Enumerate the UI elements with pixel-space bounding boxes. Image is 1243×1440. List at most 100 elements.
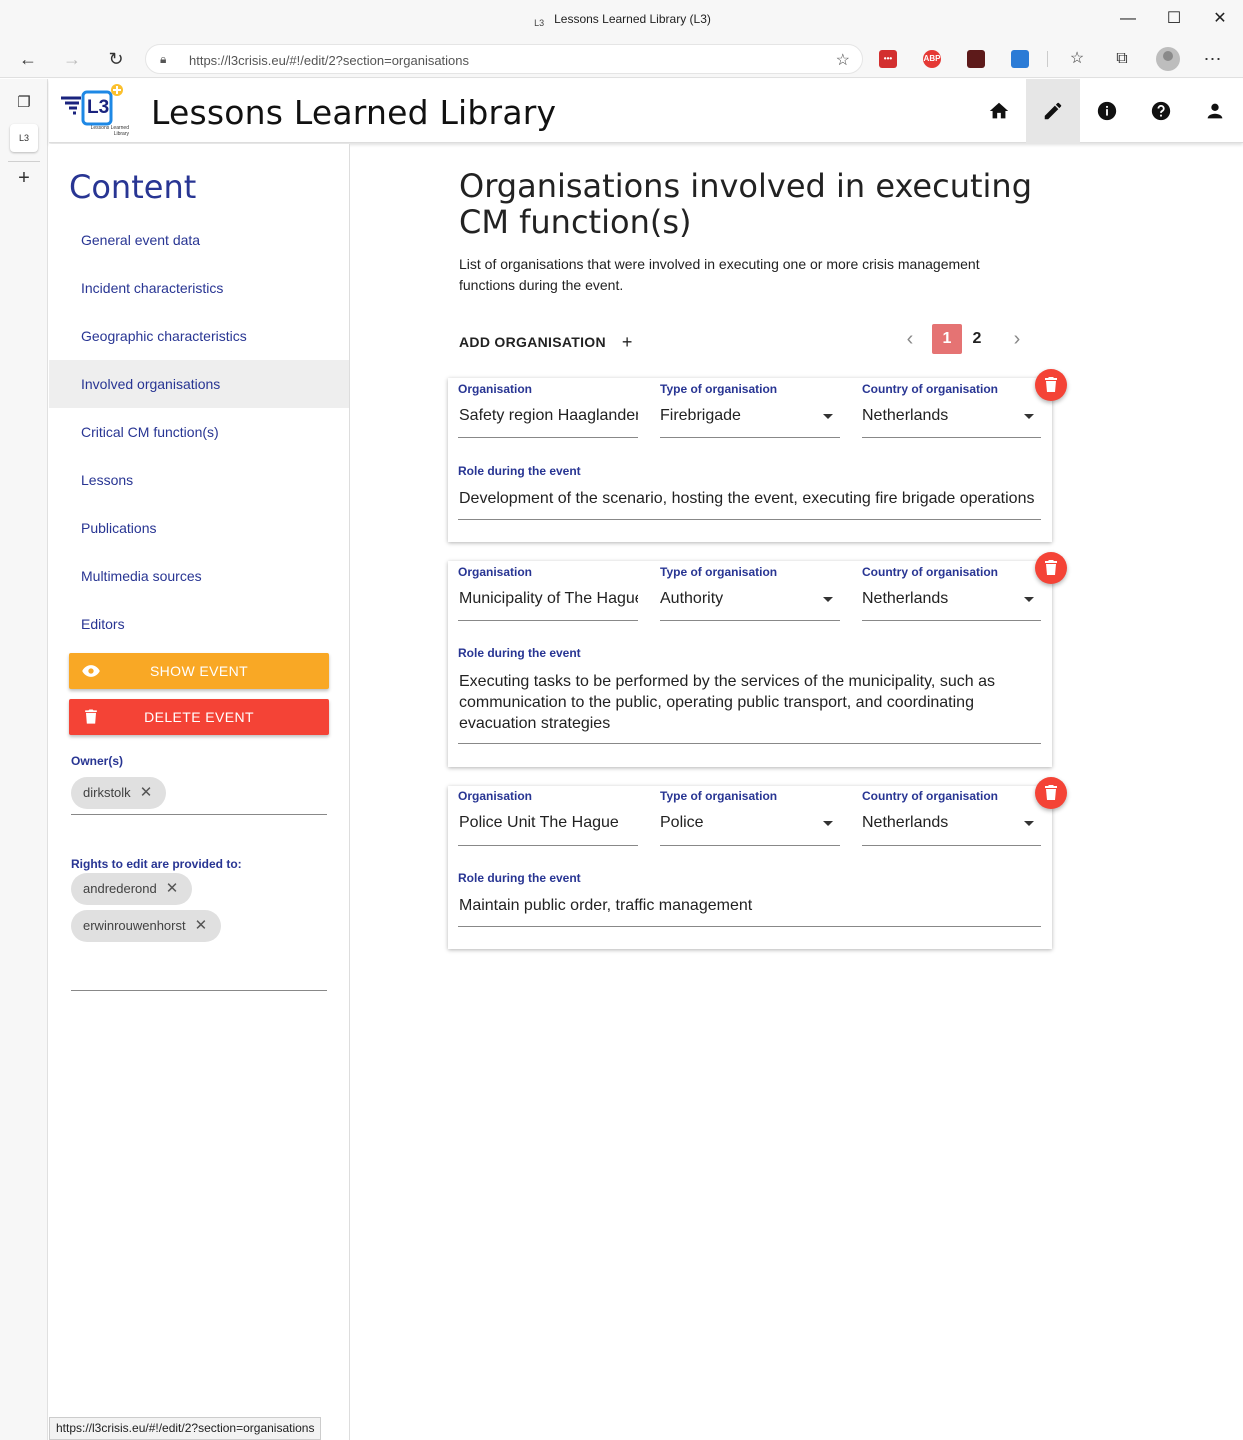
- sidebar-item-critical-cm-functions[interactable]: Critical CM function(s): [49, 408, 349, 456]
- chevron-down-icon[interactable]: [823, 414, 833, 419]
- type-select[interactable]: Authority: [660, 590, 810, 608]
- editor-chip-label: andrederond: [83, 881, 157, 896]
- pencil-icon: [1044, 102, 1062, 120]
- collections-icon[interactable]: ⧉: [1111, 48, 1133, 70]
- next-page-button[interactable]: ›: [1002, 324, 1032, 354]
- country-select[interactable]: Netherlands: [862, 590, 1012, 608]
- delete-event-button[interactable]: DELETE EVENT: [69, 699, 329, 735]
- organisation-label: Organisation: [458, 382, 533, 396]
- content-sidebar: Content General event data Incident char…: [49, 144, 350, 1440]
- l3-logo[interactable]: L3 Lessons Learned Library: [59, 84, 129, 140]
- forward-button[interactable]: →: [58, 46, 86, 72]
- type-select[interactable]: Firebrigade: [660, 407, 810, 425]
- add-organisation-button[interactable]: ADD ORGANISATION +: [459, 332, 633, 353]
- section-menu: General event data Incident characterist…: [49, 216, 349, 648]
- sidebar-item-publications[interactable]: Publications: [49, 504, 349, 552]
- user-button[interactable]: [1188, 79, 1242, 143]
- remove-owner-icon[interactable]: ✕: [140, 777, 153, 809]
- trash-icon: [1045, 560, 1057, 575]
- remove-editor-icon[interactable]: ✕: [195, 910, 208, 942]
- show-event-button[interactable]: SHOW EVENT: [69, 653, 329, 689]
- organisation-input[interactable]: Safety region Haaglanden: [459, 407, 638, 425]
- extension-lastpass-icon[interactable]: •••: [879, 50, 897, 68]
- vertical-tabs-strip: ❐ L3 +: [0, 79, 48, 1440]
- organisation-label: Organisation: [458, 565, 533, 579]
- role-input[interactable]: Maintain public order, traffic managemen…: [459, 895, 1044, 916]
- sidebar-item-multimedia-sources[interactable]: Multimedia sources: [49, 552, 349, 600]
- profile-avatar[interactable]: [1156, 47, 1180, 71]
- edit-button[interactable]: [1026, 79, 1080, 143]
- sidebar-item-editors[interactable]: Editors: [49, 600, 349, 648]
- page-2-button[interactable]: 2: [962, 324, 992, 354]
- organisation-card: Organisation Police Unit The Hague Type …: [448, 777, 1067, 949]
- editor-chip: andrederond ✕: [71, 873, 193, 905]
- maximize-button[interactable]: ☐: [1151, 6, 1197, 32]
- page-1-button[interactable]: 1: [932, 324, 962, 354]
- trash-icon: [1045, 785, 1057, 800]
- reload-button[interactable]: ↻: [102, 46, 130, 72]
- logo-caption: Lessons Learned Library: [90, 125, 129, 137]
- rights-label: Rights to edit are provided to:: [71, 857, 242, 871]
- delete-organisation-button[interactable]: [1035, 552, 1067, 584]
- role-input[interactable]: Executing tasks to be performed by the s…: [459, 671, 1019, 734]
- browser-toolbar: ← → ↻ 🔒︎ https://l3crisis.eu/#!/edit/2?s…: [0, 40, 1243, 78]
- info-button[interactable]: [1080, 79, 1134, 143]
- owners-field-underline: [71, 814, 327, 815]
- back-button[interactable]: ←: [14, 46, 42, 72]
- favorites-icon[interactable]: ☆: [1066, 48, 1088, 70]
- previous-page-button[interactable]: ‹: [895, 324, 925, 354]
- type-label: Type of organisation: [660, 789, 778, 803]
- extension-icon[interactable]: [967, 50, 985, 68]
- minimize-button[interactable]: —: [1105, 6, 1151, 32]
- delete-organisation-button[interactable]: [1035, 777, 1067, 809]
- sidebar-heading: Content: [69, 168, 197, 206]
- role-input-underline: [458, 519, 1041, 520]
- country-select[interactable]: Netherlands: [862, 407, 1012, 425]
- chevron-down-icon[interactable]: [823, 821, 833, 826]
- window-title-text: Lessons Learned Library (L3): [554, 12, 711, 26]
- role-input[interactable]: Development of the scenario, hosting the…: [459, 488, 1044, 509]
- organisation-input[interactable]: Municipality of The Hague: [459, 590, 638, 608]
- country-select[interactable]: Netherlands: [862, 814, 1012, 832]
- sidebar-item-geographic-characteristics[interactable]: Geographic characteristics: [49, 312, 349, 360]
- chevron-down-icon[interactable]: [1024, 821, 1034, 826]
- sidebar-item-incident-characteristics[interactable]: Incident characteristics: [49, 264, 349, 312]
- organisation-card: Organisation Municipality of The Hague T…: [448, 552, 1067, 767]
- add-favorite-icon[interactable]: ☆: [836, 50, 850, 70]
- country-label: Country of organisation: [862, 789, 998, 803]
- trash-icon: [1045, 377, 1057, 392]
- country-label: Country of organisation: [862, 382, 998, 396]
- role-input-underline: [458, 743, 1041, 744]
- chevron-down-icon[interactable]: [1024, 414, 1034, 419]
- extension-reader-icon[interactable]: [1011, 50, 1029, 68]
- home-button[interactable]: [972, 79, 1026, 143]
- sidebar-item-general-event-data[interactable]: General event data: [49, 216, 349, 264]
- organisation-card: Organisation Safety region Haaglanden Ty…: [448, 369, 1067, 542]
- chevron-down-icon[interactable]: [823, 597, 833, 602]
- owners-label: Owner(s): [71, 754, 124, 768]
- organisation-input-underline: [458, 845, 638, 846]
- country-select-underline: [862, 620, 1041, 621]
- close-window-button[interactable]: ✕: [1197, 6, 1243, 32]
- extension-adblock-icon[interactable]: ABP: [923, 50, 941, 68]
- help-button[interactable]: [1134, 79, 1188, 143]
- new-tab-icon[interactable]: +: [10, 164, 38, 192]
- type-select-underline: [660, 620, 840, 621]
- home-icon: [989, 102, 1009, 119]
- info-icon: [1097, 101, 1117, 121]
- sidebar-item-involved-organisations[interactable]: Involved organisations: [49, 360, 349, 408]
- sidebar-item-lessons[interactable]: Lessons: [49, 456, 349, 504]
- address-url[interactable]: https://l3crisis.eu/#!/edit/2?section=or…: [189, 53, 469, 68]
- logo-text: L3: [87, 97, 110, 118]
- owner-chip-label: dirkstolk: [83, 785, 131, 800]
- address-bar[interactable]: 🔒︎ https://l3crisis.eu/#!/edit/2?section…: [145, 44, 863, 74]
- remove-editor-icon[interactable]: ✕: [166, 873, 179, 905]
- tab-l3-favicon-icon[interactable]: L3: [10, 124, 38, 152]
- tab-actions-icon[interactable]: ❐: [10, 89, 38, 117]
- chevron-down-icon[interactable]: [1024, 597, 1034, 602]
- delete-organisation-button[interactable]: [1035, 369, 1067, 401]
- more-options-icon[interactable]: ⋯: [1202, 48, 1224, 70]
- organisation-input[interactable]: Police Unit The Hague: [459, 814, 638, 832]
- type-select[interactable]: Police: [660, 814, 810, 832]
- editor-chip-label: erwinrouwenhorst: [83, 918, 186, 933]
